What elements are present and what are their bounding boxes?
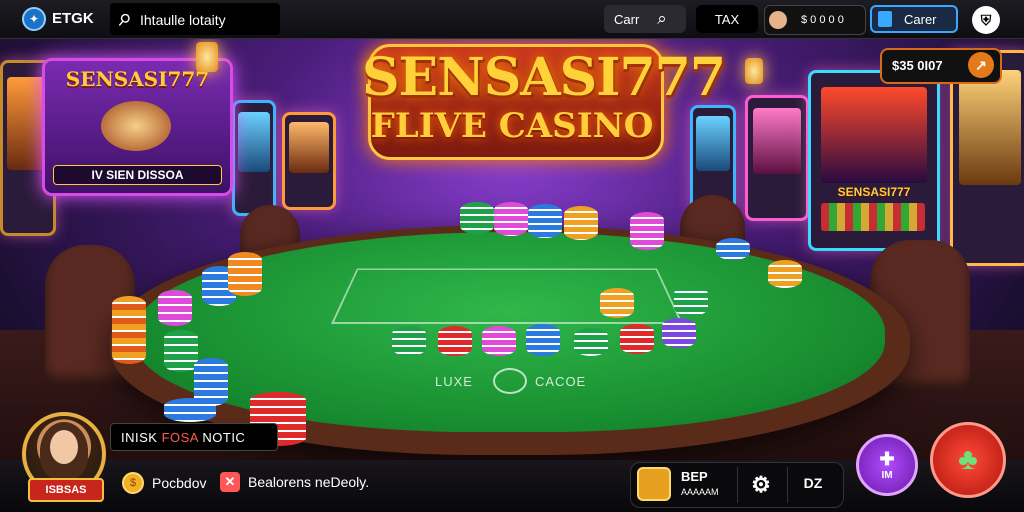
action-panel: BEP AAAAAM ⚙ DZ bbox=[630, 462, 844, 508]
chip-stack[interactable] bbox=[716, 238, 750, 260]
search-icon: ⚲ bbox=[113, 10, 134, 31]
clover-icon: ♣ bbox=[958, 443, 978, 476]
brand-logo-icon[interactable]: ✦ bbox=[22, 7, 46, 31]
balance-display: $35 0I07 ↗ bbox=[880, 48, 1002, 84]
slot-machine-small bbox=[232, 100, 276, 216]
top-bar: ✦ ETGK ⚲ Carr ⌕ TAX $ 0 0 0 0 Carer ⛨ bbox=[0, 0, 1024, 39]
divider bbox=[787, 467, 788, 503]
notice-banner: INISK FOSA NOTIC bbox=[110, 423, 278, 451]
chip-stack[interactable] bbox=[564, 206, 598, 240]
slot-machine-featured: SENSASI777 bbox=[808, 70, 940, 251]
chip-stack[interactable] bbox=[630, 212, 664, 250]
career-label: Carer bbox=[904, 11, 937, 27]
brand-name: ETGK bbox=[52, 10, 94, 27]
chip-stack[interactable] bbox=[438, 326, 472, 356]
play-button[interactable]: ♣ bbox=[930, 422, 1006, 498]
casino-sign: SENSASI777 IV SIEN DISSOA bbox=[42, 58, 233, 196]
account-button[interactable]: $ 0 0 0 0 bbox=[764, 5, 866, 35]
cart-button[interactable]: Carr ⌕ bbox=[604, 5, 686, 33]
chip-stack[interactable] bbox=[164, 398, 216, 422]
chip-stack[interactable] bbox=[112, 296, 146, 364]
cart-label: Carr bbox=[614, 11, 640, 27]
chip-stack[interactable] bbox=[164, 330, 198, 372]
chip-stack[interactable] bbox=[494, 202, 528, 236]
chip-stack[interactable] bbox=[228, 252, 262, 296]
notice-suffix: NOTIC bbox=[198, 430, 246, 445]
chip-stack[interactable] bbox=[482, 326, 516, 356]
logo-sub-text: FLIVE CASINO bbox=[370, 106, 654, 146]
featured-machine-label: SENSASI777 bbox=[837, 185, 911, 199]
chip-stack[interactable] bbox=[392, 326, 426, 356]
search-box[interactable]: ⚲ bbox=[110, 3, 280, 35]
machine-buttons bbox=[821, 203, 925, 231]
search-icon: ⌕ bbox=[657, 9, 667, 28]
search-input[interactable] bbox=[138, 9, 278, 31]
chip-stack[interactable] bbox=[460, 202, 494, 234]
ticket-icon[interactable] bbox=[637, 467, 671, 501]
notice-prefix: INISK bbox=[121, 430, 162, 445]
panel-button[interactable]: DZ bbox=[795, 475, 831, 491]
logo-main-text: SENSASI777 bbox=[362, 47, 726, 108]
purple-button-label: IM bbox=[881, 470, 893, 481]
arrow-icon[interactable]: ↗ bbox=[968, 52, 994, 78]
panel-label-bottom: AAAAAM bbox=[681, 487, 719, 497]
slot-machine-small-2 bbox=[282, 112, 336, 210]
chip-stack[interactable] bbox=[620, 324, 654, 354]
bottom-item-1[interactable]: $ Pocbdov bbox=[122, 472, 206, 494]
panel-label-top: BEP bbox=[681, 469, 708, 484]
felt-label-right: CACOE bbox=[535, 374, 587, 389]
chip-stack[interactable] bbox=[528, 204, 562, 238]
tax-label: TAX bbox=[714, 11, 740, 27]
purple-action-button[interactable]: ✚ IM bbox=[856, 434, 918, 496]
account-balance: $ 0 0 0 0 bbox=[801, 14, 844, 26]
shield-icon[interactable]: ⛨ bbox=[972, 6, 1000, 34]
bottom-item-2-label: Bealorens neDeoly. bbox=[248, 474, 370, 490]
chip-stack[interactable] bbox=[674, 286, 708, 316]
chip-stack[interactable] bbox=[768, 260, 802, 288]
tax-button[interactable]: TAX bbox=[696, 5, 758, 33]
settings-icon[interactable]: ⚙ bbox=[745, 469, 777, 501]
chip-stack[interactable] bbox=[600, 288, 634, 318]
casino-logo: SENSASI777 FLIVE CASINO bbox=[362, 47, 726, 147]
career-button[interactable]: Carer bbox=[870, 5, 958, 33]
sign-character-art bbox=[101, 101, 171, 151]
lamp-right bbox=[745, 58, 763, 84]
balance-value: $35 0I07 bbox=[892, 58, 943, 73]
chip-stack[interactable] bbox=[526, 324, 560, 356]
bottom-item-1-label: Pocbdov bbox=[152, 475, 207, 491]
felt-label-left: LUXE bbox=[435, 374, 473, 389]
chip-stack[interactable] bbox=[158, 290, 192, 326]
lamp-left bbox=[196, 42, 218, 72]
wallet-icon bbox=[878, 11, 892, 27]
player-tag: ISBSAS bbox=[28, 478, 104, 502]
bottom-item-2[interactable]: ✕ Bealorens neDeoly. bbox=[220, 472, 369, 492]
puzzle-icon: ✚ bbox=[879, 449, 895, 469]
coin-icon: $ bbox=[122, 472, 144, 494]
chip-stack[interactable] bbox=[662, 318, 696, 348]
divider bbox=[737, 467, 738, 503]
chip-stack[interactable] bbox=[574, 328, 608, 356]
sign-subtitle: IV SIEN DISSOA bbox=[53, 165, 222, 185]
close-icon: ✕ bbox=[220, 472, 240, 492]
avatar-icon bbox=[769, 11, 787, 29]
slot-machine-right-2 bbox=[745, 95, 809, 221]
notice-highlight: FOSA bbox=[161, 430, 199, 445]
felt-circle-icon bbox=[493, 368, 527, 394]
